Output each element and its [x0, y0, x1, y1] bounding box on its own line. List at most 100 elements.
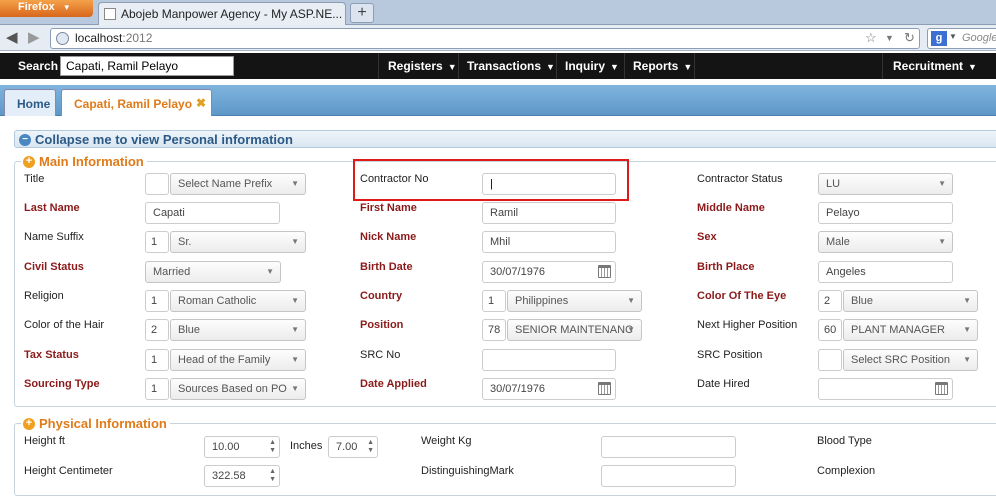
first-name-field[interactable]: Ramil — [482, 202, 616, 224]
country-select[interactable]: Philippines ▼ — [507, 290, 642, 312]
src-position-value: Select SRC Position — [851, 354, 951, 366]
name-suffix-code-field[interactable]: 1 — [145, 231, 169, 253]
nick-name-label: Nick Name — [360, 231, 417, 243]
menu-recruitment[interactable]: Recruitment ▼ — [893, 59, 977, 73]
title-code-field[interactable] — [145, 173, 169, 195]
religion-label: Religion — [24, 290, 64, 302]
date-hired-field[interactable] — [818, 378, 953, 400]
browser-tab-title: Abojeb Manpower Agency - My ASP.NE... — [121, 7, 343, 21]
height-ft-value: 10.00 — [212, 441, 240, 453]
chevron-down-icon: ▼ — [291, 384, 299, 393]
collapse-personal-info-bar[interactable]: − Collapse me to view Personal informati… — [14, 130, 996, 148]
distinguishing-mark-field[interactable] — [601, 465, 736, 487]
chevron-down-icon: ▼ — [447, 62, 457, 72]
menu-registers[interactable]: Registers ▼ — [388, 59, 457, 73]
calendar-icon[interactable] — [598, 382, 611, 395]
title-label: Title — [24, 173, 45, 185]
civil-status-label: Civil Status — [24, 261, 84, 273]
civil-status-select[interactable]: Married ▼ — [145, 261, 281, 283]
hair-color-code-field[interactable]: 2 — [145, 319, 169, 341]
eye-color-select[interactable]: Blue ▼ — [843, 290, 978, 312]
chevron-down-icon: ▼ — [963, 296, 971, 305]
birth-date-field[interactable]: 30/07/1976 — [482, 261, 616, 283]
new-tab-button[interactable]: + — [350, 3, 374, 23]
close-icon[interactable]: ✖ — [196, 96, 206, 110]
hair-color-label: Color of the Hair — [24, 319, 105, 331]
menu-inquiry[interactable]: Inquiry ▼ — [565, 59, 619, 73]
chevron-down-icon: ▼ — [291, 325, 299, 334]
chevron-down-icon: ▼ — [683, 62, 693, 72]
search-input[interactable]: Capati, Ramil Pelayo — [60, 56, 234, 76]
name-suffix-select[interactable]: Sr. ▼ — [170, 231, 306, 253]
birth-place-field[interactable]: Angeles — [818, 261, 953, 283]
menu-reports[interactable]: Reports ▼ — [633, 59, 692, 73]
search-label: Search — [18, 59, 59, 73]
sourcing-type-select[interactable]: Sources Based on PO ▼ — [170, 378, 306, 400]
menu-divider — [458, 53, 459, 79]
religion-select[interactable]: Roman Catholic ▼ — [170, 290, 306, 312]
middle-name-field[interactable]: Pelayo — [818, 202, 953, 224]
spinner-arrows-icon[interactable]: ▲ ▼ — [269, 439, 276, 455]
physical-information-legend[interactable]: + Physical Information — [21, 416, 170, 431]
tab-home[interactable]: Home — [4, 89, 56, 116]
tax-status-code-field[interactable]: 1 — [145, 349, 169, 371]
civil-status-value: Married — [153, 266, 191, 278]
calendar-icon[interactable] — [935, 382, 948, 395]
position-value: SENIOR MAINTENANC — [515, 324, 633, 336]
history-dropdown-icon[interactable]: ▼ — [885, 33, 894, 43]
sourcing-type-label: Sourcing Type — [24, 378, 100, 390]
date-applied-value: 30/07/1976 — [490, 383, 546, 395]
position-code-field[interactable]: 78 — [482, 319, 506, 341]
back-arrow-icon[interactable]: ◀ — [6, 28, 18, 46]
height-cm-field[interactable]: 322.58 ▲ ▼ — [204, 465, 280, 487]
forward-arrow-icon[interactable]: ▶ — [28, 28, 40, 46]
nick-name-field[interactable]: Mhil — [482, 231, 616, 253]
globe-icon — [56, 32, 69, 45]
chevron-down-icon: ▼ — [627, 325, 635, 334]
chevron-down-icon: ▼ — [949, 32, 957, 41]
date-applied-field[interactable]: 30/07/1976 — [482, 378, 616, 400]
browser-tab[interactable]: Abojeb Manpower Agency - My ASP.NE... — [98, 2, 346, 25]
tab-contractor[interactable]: Capati, Ramil Pelayo ✖ — [61, 89, 212, 116]
url-bar[interactable]: localhost:2012 ☆ ▼ ↻ — [50, 28, 920, 49]
sourcing-type-code-field[interactable]: 1 — [145, 378, 169, 400]
hair-color-select[interactable]: Blue ▼ — [170, 319, 306, 341]
next-position-select[interactable]: PLANT MANAGER ▼ — [843, 319, 978, 341]
main-information-legend[interactable]: + Main Information — [21, 154, 147, 169]
spinner-arrows-icon[interactable]: ▲ ▼ — [269, 468, 276, 484]
collapse-bar-label: Collapse me to view Personal information — [35, 132, 293, 147]
last-name-field[interactable]: Capati — [145, 202, 280, 224]
eye-color-code-field[interactable]: 2 — [818, 290, 842, 312]
tax-status-select[interactable]: Head of the Family ▼ — [170, 349, 306, 371]
sex-select[interactable]: Male ▼ — [818, 231, 953, 253]
calendar-icon[interactable] — [598, 265, 611, 278]
web-search-box[interactable]: g ▼ Google — [927, 28, 996, 49]
height-ft-label: Height ft — [24, 435, 65, 447]
bookmark-star-icon[interactable]: ☆ — [865, 30, 877, 46]
hair-color-value: Blue — [178, 324, 201, 336]
chevron-down-icon: ▼ — [968, 62, 977, 72]
religion-code-field[interactable]: 1 — [145, 290, 169, 312]
height-ft-field[interactable]: 10.00 ▲ ▼ — [204, 436, 280, 458]
country-code-field[interactable]: 1 — [482, 290, 506, 312]
next-position-code-field[interactable]: 60 — [818, 319, 842, 341]
position-select[interactable]: SENIOR MAINTENANC ▼ — [507, 319, 642, 341]
menu-divider — [694, 53, 695, 79]
title-select[interactable]: Select Name Prefix ▼ — [170, 173, 306, 195]
reload-icon[interactable]: ↻ — [904, 30, 915, 46]
contractor-status-value: LU — [826, 178, 841, 190]
spinner-arrows-icon[interactable]: ▲ ▼ — [367, 439, 374, 455]
src-position-code-field[interactable] — [818, 349, 842, 371]
height-cm-label: Height Centimeter — [24, 465, 113, 477]
browser-nav-bar: ◀ ▶ localhost:2012 ☆ ▼ ↻ g ▼ Google — [0, 25, 996, 51]
browser-tab-strip: Firefox ▼ Abojeb Manpower Agency - My ASP… — [0, 0, 996, 25]
src-no-field[interactable] — [482, 349, 616, 371]
firefox-menu-button[interactable]: Firefox ▼ — [0, 0, 93, 17]
tab-home-label: Home — [17, 97, 51, 111]
menu-transactions-label: Transactions — [467, 59, 542, 73]
src-position-select[interactable]: Select SRC Position ▼ — [843, 349, 978, 371]
inches-field[interactable]: 7.00 ▲ ▼ — [328, 436, 378, 458]
menu-transactions[interactable]: Transactions ▼ — [467, 59, 555, 73]
weight-field[interactable] — [601, 436, 736, 458]
contractor-status-select[interactable]: LU ▼ — [818, 173, 953, 195]
